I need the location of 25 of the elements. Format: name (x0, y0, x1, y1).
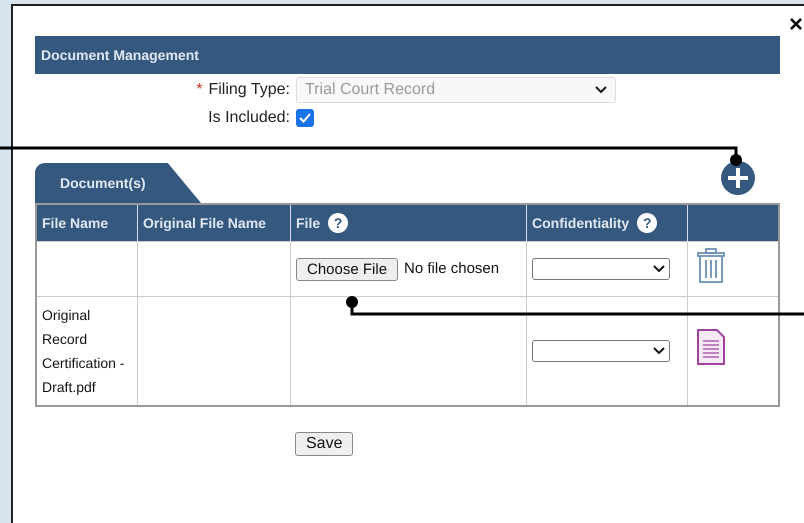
caret-icon (595, 86, 607, 94)
section-header: Document Management (35, 36, 780, 74)
field-label: Is Included: (208, 109, 290, 127)
save-button[interactable]: Save (295, 432, 354, 456)
checkbox[interactable] (296, 109, 314, 127)
required-mark: * (196, 80, 202, 98)
confidentiality-select[interactable] (532, 340, 670, 362)
file-name: Original Record Certification - Draft.pdf (42, 306, 124, 395)
field-label: Filing Type: (208, 80, 290, 98)
caret-icon (653, 265, 665, 273)
trash-icon[interactable] (696, 248, 726, 284)
help-button[interactable]: ? (637, 213, 658, 233)
choose-file-button[interactable]: Choose File (296, 258, 398, 280)
column-label: Original File Name (143, 215, 266, 231)
file-status: No file chosen (404, 259, 500, 279)
help-button[interactable]: ? (328, 213, 348, 233)
tab[interactable]: Document(s) (35, 163, 201, 203)
caret-icon (653, 346, 665, 355)
column-label: Confidentiality (532, 215, 630, 231)
close-button[interactable]: × (789, 14, 804, 36)
document-icon[interactable] (696, 329, 726, 366)
confidentiality-select[interactable] (532, 258, 670, 280)
column-label: File (296, 215, 320, 231)
column-label: File Name (42, 215, 108, 231)
add-icon[interactable] (721, 161, 755, 195)
